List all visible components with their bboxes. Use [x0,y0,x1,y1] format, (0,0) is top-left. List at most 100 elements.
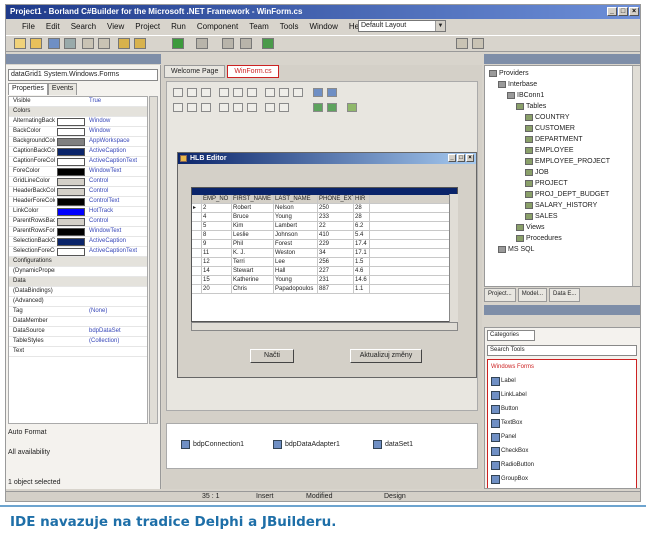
tree-node[interactable]: PROJECT [525,180,568,187]
align-bottom-icon[interactable] [247,88,257,97]
tree-node[interactable]: EMPLOYEE [525,147,574,154]
layout-combo[interactable]: Default Layout ▼ [358,20,446,32]
property-row[interactable]: DataMember [9,317,147,327]
tab-events[interactable]: Events [47,83,78,95]
align-right-icon[interactable] [201,88,211,97]
menu-tools[interactable]: Tools [280,22,299,31]
tab-model-view[interactable]: Model... [517,288,548,302]
categories-button[interactable]: Categories [487,330,535,341]
center-vertically-icon[interactable] [279,103,289,112]
tree-scrollbar[interactable] [632,66,640,286]
property-row[interactable]: Configurations [9,257,147,267]
tree-node[interactable]: CUSTOMER [525,125,575,132]
tree-node[interactable]: SALES [525,213,558,220]
leaf-icon[interactable] [262,38,274,49]
form-close-button[interactable]: × [466,154,474,162]
copy-icon[interactable] [98,38,110,49]
property-row[interactable]: GridLineColor Control [9,177,147,187]
property-row[interactable]: (Advanced) [9,297,147,307]
property-row[interactable]: HeaderBackColor Control [9,187,147,197]
tray-bdp-data-adapter[interactable]: bdpDataAdapter1 [273,440,340,449]
same-size-icon[interactable] [293,88,303,97]
inspector-scrollbar[interactable] [149,96,158,424]
form-minimize-button[interactable]: _ [448,154,456,162]
tab-winform[interactable]: WinForm.cs [227,65,279,78]
align-left-icon[interactable] [173,88,183,97]
bring-front-icon[interactable] [313,88,323,97]
property-row[interactable]: ParentRowsForeColor WindowText [9,227,147,237]
property-row[interactable]: (DataBindings) [9,287,147,297]
view-code-icon[interactable] [347,103,357,112]
property-row[interactable]: DataSource bdpDataSet [9,327,147,337]
v-spacing-increase-icon[interactable] [233,103,243,112]
object-selector[interactable]: dataGrid1 System.Windows.Forms [8,69,158,81]
chevron-down-icon[interactable]: ▼ [435,21,445,31]
tree-node[interactable]: EMPLOYEE_PROJECT [525,158,610,165]
property-row[interactable]: BackgroundColor AppWorkspace [9,137,147,147]
menu-window[interactable]: Window [309,22,337,31]
tool-palette-item[interactable]: Button [488,402,636,416]
grid-row[interactable]: ▸ 2 Robert Nelson 250 28 [192,204,457,213]
property-row[interactable]: CaptionForeColor ActiveCaptionText [9,157,147,167]
h-spacing-increase-icon[interactable] [187,103,197,112]
property-row[interactable]: AlternatingBack Window [9,117,147,127]
grid-row[interactable]: 11 K. J. Weston 34 17.1 [192,249,457,258]
tool-palette-item[interactable]: RadioButton [488,458,636,472]
form-maximize-button[interactable]: □ [457,154,465,162]
menu-search[interactable]: Search [71,22,96,31]
cut-icon[interactable] [82,38,94,49]
grid-row[interactable]: 12 Terri Lee 256 1.5 [192,258,457,267]
tab-order-icon[interactable] [313,103,323,112]
menu-file[interactable]: File [22,22,35,31]
menu-team[interactable]: Team [249,22,269,31]
grid-row[interactable]: 8 Leslie Johnson 410 5.4 [192,231,457,240]
menu-project[interactable]: Project [135,22,160,31]
menu-run[interactable]: Run [171,22,186,31]
maximize-button[interactable]: □ [618,7,628,16]
tray-bdp-connection[interactable]: bdpConnection1 [181,440,244,449]
property-row[interactable]: (DynamicProperties) [9,267,147,277]
property-row[interactable]: SelectionForeColor ActiveCaptionText [9,247,147,257]
step-into-icon[interactable] [222,38,234,49]
property-row[interactable]: Visible True [9,97,147,107]
tab-properties[interactable]: Properties [8,83,48,95]
new-file-icon[interactable] [14,38,26,49]
tree-node[interactable]: MS SQL [498,246,534,253]
center-horizontally-icon[interactable] [265,103,275,112]
auto-format-link[interactable]: Auto Format [6,429,161,436]
grid-row[interactable]: 4 Bruce Young 233 28 [192,213,457,222]
property-row[interactable]: ParentRowsBackColor Control [9,217,147,227]
tree-node[interactable]: Views [516,224,545,231]
tree-node[interactable]: DEPARTMENT [525,136,583,143]
tab-welcome-page[interactable]: Welcome Page [164,65,226,78]
step-over-icon[interactable] [240,38,252,49]
grid-vertical-scrollbar[interactable] [449,194,458,322]
property-row[interactable]: Colors [9,107,147,117]
tool-palette-item[interactable]: GroupBox [488,472,636,486]
property-row[interactable]: HeaderForeColor ControlText [9,197,147,207]
grid-row[interactable]: 5 Kim Lambert 22 6.2 [192,222,457,231]
property-row[interactable]: TableStyles (Collection) [9,337,147,347]
tree-node[interactable]: IBConn1 [507,92,544,99]
close-button[interactable]: × [629,7,639,16]
paste-icon[interactable] [118,38,130,49]
pause-icon[interactable] [196,38,208,49]
tray-data-set[interactable]: dataSet1 [373,440,413,449]
tree-node[interactable]: Interbase [498,81,537,88]
grid-row[interactable]: 14 Stewart Hall 227 4.6 [192,267,457,276]
tool-palette-item[interactable]: LinkLabel [488,388,636,402]
property-row[interactable]: CaptionBackColor ActiveCaption [9,147,147,157]
menu-edit[interactable]: Edit [46,22,60,31]
align-center-icon[interactable] [187,88,197,97]
v-spacing-equal-icon[interactable] [219,103,229,112]
tree-node[interactable]: Providers [489,70,529,77]
grid-row[interactable]: 9 Phil Forest 229 17.4 [192,240,457,249]
save-icon[interactable] [48,38,60,49]
open-folder-icon[interactable] [30,38,42,49]
grid-header-row[interactable]: EMP_NO FIRST_NAME LAST_NAME PHONE_EXT HIR [192,195,457,204]
update-changes-button[interactable]: Aktualizuj změny [350,349,422,363]
search-tools-input[interactable]: Search Tools [487,345,637,356]
same-height-icon[interactable] [279,88,289,97]
property-row[interactable]: BackColor Window [9,127,147,137]
tree-node[interactable]: COUNTRY [525,114,569,121]
